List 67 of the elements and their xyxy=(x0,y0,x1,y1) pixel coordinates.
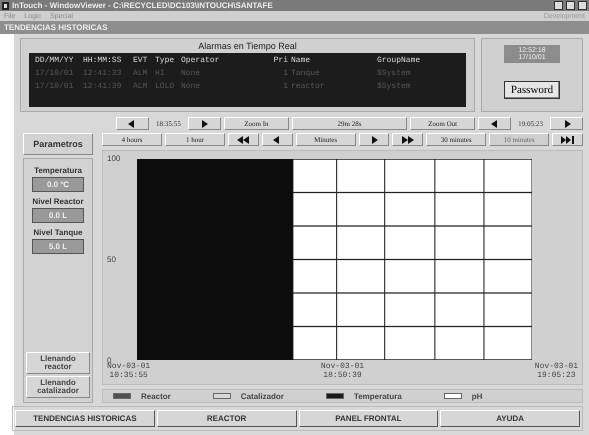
y-tick-label: 50 xyxy=(107,255,116,264)
double-left-arrow-icon xyxy=(236,134,250,144)
fill-button[interactable]: Llenando catalizador xyxy=(26,376,90,398)
column-header: Pri xyxy=(272,56,289,67)
restore-button[interactable] xyxy=(566,1,575,10)
nav-button[interactable]: REACTOR xyxy=(156,410,296,427)
table-cell-text: 12:41:33 xyxy=(83,69,122,80)
arrow-button[interactable] xyxy=(228,133,259,146)
x-tick-label: Nov-03-01 19:05:23 xyxy=(534,362,578,380)
arrow-button[interactable] xyxy=(478,117,512,130)
alarm-title: Alarmas en Tiempo Real xyxy=(198,41,297,51)
arrow-button[interactable] xyxy=(262,133,293,146)
x-tick-label: Nov-03-01 10:35:55 xyxy=(107,362,150,380)
double-right-arrow-icon xyxy=(400,134,415,144)
table-cell-text: $System xyxy=(377,69,412,80)
table-cell-text: ALM xyxy=(133,82,148,93)
table-cell-text: reactor xyxy=(291,82,326,93)
legend-label: Temperatura xyxy=(354,392,402,400)
nav-button[interactable]: PANEL FRONTAL xyxy=(298,410,438,427)
parameter-label: Nivel Reactor xyxy=(32,197,84,206)
column-header: EVT xyxy=(133,56,148,67)
legend-label: Catalizador xyxy=(240,392,284,400)
nav-button[interactable]: AYUDA xyxy=(440,410,580,427)
x-tick-label: Nov-03-01 18:50:39 xyxy=(320,362,364,380)
minimize-button[interactable] xyxy=(554,1,563,10)
table-cell-text: ALM xyxy=(133,69,148,80)
column-header: GroupName xyxy=(377,56,422,67)
arrow-button[interactable] xyxy=(392,133,424,146)
column-header: Type xyxy=(155,56,176,67)
close-button[interactable] xyxy=(578,1,587,10)
password-button[interactable]: Password xyxy=(504,81,560,99)
y-tick-label: 100 xyxy=(107,154,120,163)
fill-button[interactable]: Llenando reactor xyxy=(26,352,90,374)
legend-label: Reactor xyxy=(141,392,171,400)
skip-end-icon xyxy=(560,134,575,144)
app-icon xyxy=(2,2,9,10)
legend-label: pH xyxy=(472,392,482,400)
section-header: TENDENCIAS HISTORICAS xyxy=(0,21,589,34)
parameter-value: 5.0 L xyxy=(32,239,84,254)
table-cell-text: 1 xyxy=(282,82,289,93)
window-title: InTouch - WindowViewer - C:\RECYCLED\DC103\INTOUCH\SANTAFE xyxy=(12,1,274,10)
parameter-value: 0.0 L xyxy=(32,208,84,223)
table-cell-text: None xyxy=(181,82,202,93)
table-cell-text: 1 xyxy=(282,69,289,80)
nav-button[interactable]: TENDENCIAS HISTORICAS xyxy=(15,410,155,427)
parameters-tab[interactable]: Parametros xyxy=(23,133,93,155)
parameter-label: Nivel Tanque xyxy=(33,228,83,237)
arrow-button[interactable] xyxy=(116,117,149,130)
table-cell-text: None xyxy=(181,69,202,80)
arrow-button[interactable] xyxy=(358,133,390,146)
table-cell-text: LOLO xyxy=(155,82,176,93)
parameter-label: Temperatura xyxy=(34,166,82,175)
arrow-button[interactable] xyxy=(552,133,583,146)
column-header: DD/MM/YY xyxy=(35,56,74,67)
column-header: Operator xyxy=(181,56,220,67)
y-tick-label: 0 xyxy=(107,356,112,365)
table-cell-text: 17/10/01 xyxy=(35,82,74,93)
column-header: Name xyxy=(291,56,312,67)
table-cell-text: 17/10/01 xyxy=(35,69,74,80)
arrow-button[interactable] xyxy=(550,117,584,130)
table-cell-text: Tanque xyxy=(291,69,321,80)
parameter-value: 0.0 ºC xyxy=(32,177,84,192)
table-cell-text: 12:41:39 xyxy=(83,82,122,93)
table-cell-text: $System xyxy=(377,82,412,93)
table-cell-text: HI xyxy=(155,69,166,80)
column-header: HH:MM:SS xyxy=(83,56,122,67)
arrow-button[interactable] xyxy=(188,117,221,130)
